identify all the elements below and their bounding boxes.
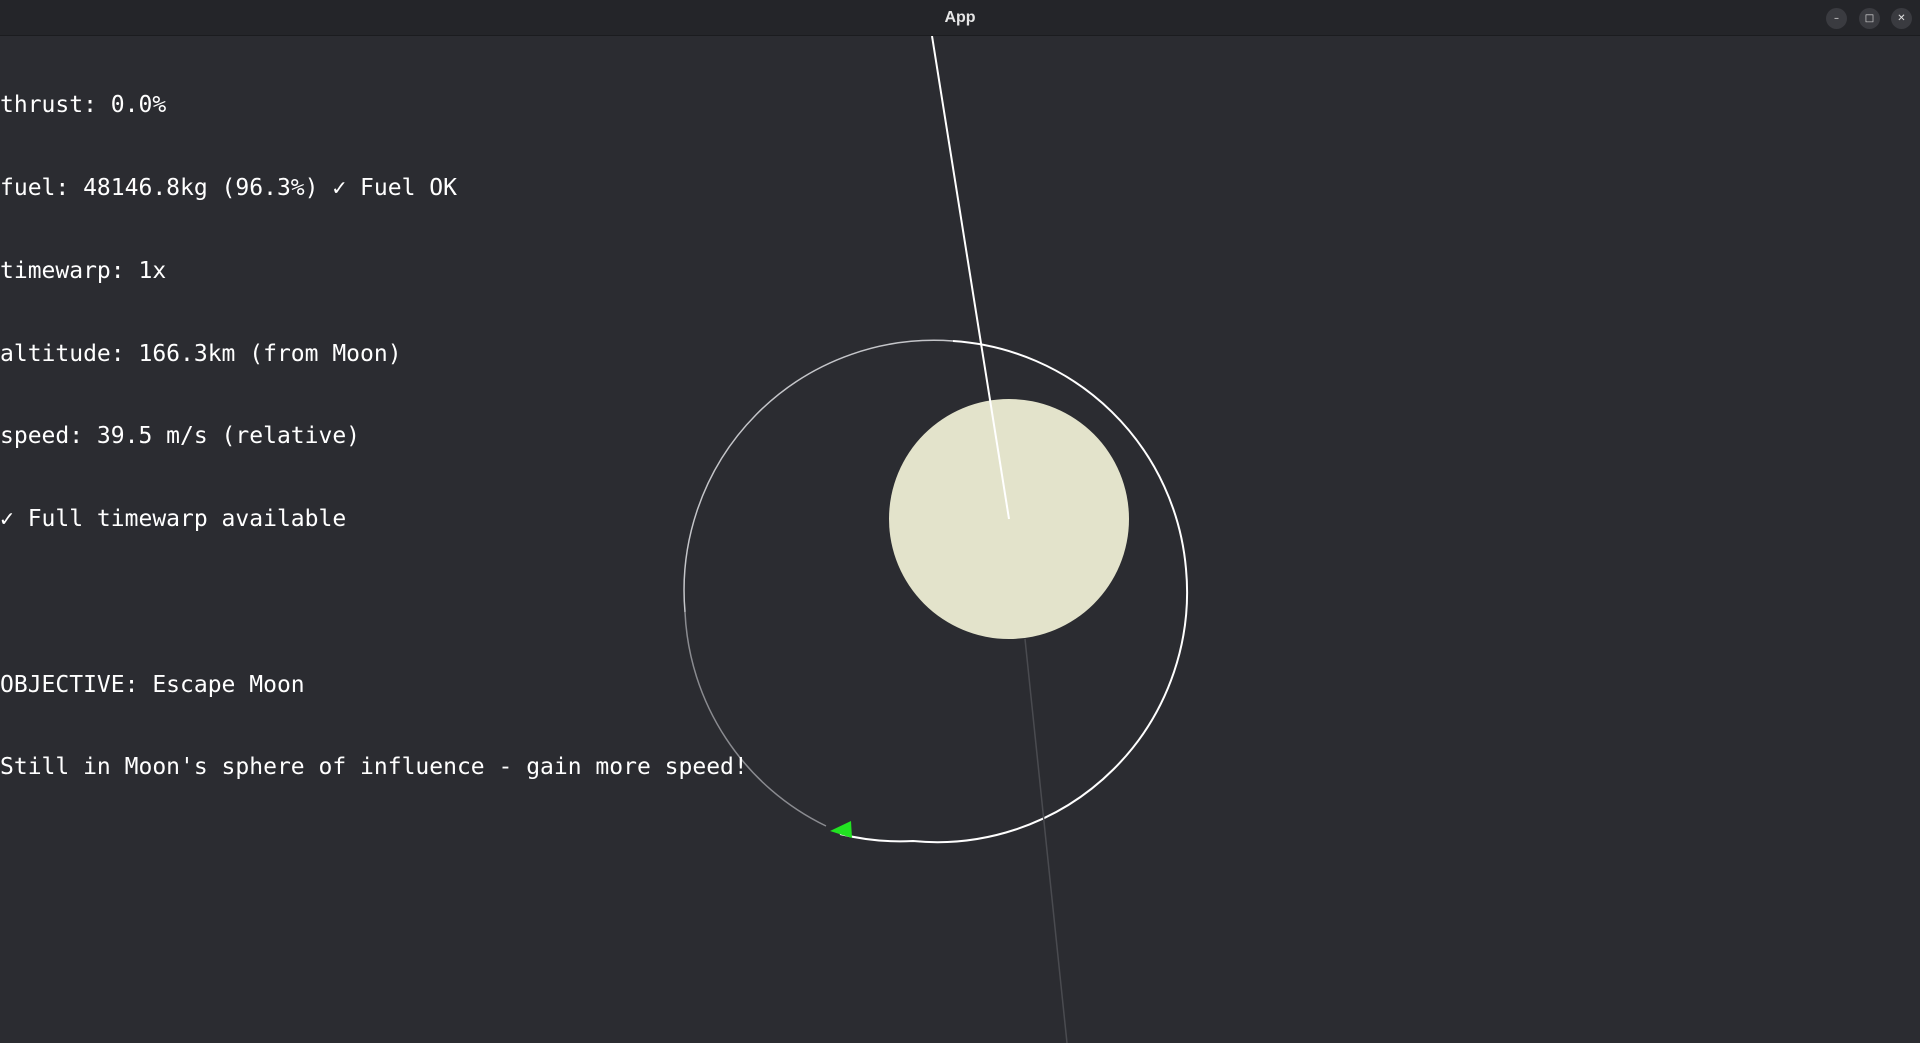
thrust-readout: thrust: 0.0% — [0, 92, 167, 119]
timewarp-readout: timewarp: 1x — [0, 257, 167, 284]
hud-panel: thrust: 0.0% fuel: 48146.8kg (96.3%) ✓ F… — [0, 37, 748, 837]
maximize-button[interactable]: □ — [1859, 8, 1880, 29]
window-title: App — [944, 9, 976, 26]
fuel-readout: fuel: 48146.8kg (96.3%) ✓ Fuel OK — [0, 174, 457, 201]
close-button[interactable]: ✕ — [1891, 8, 1912, 29]
speed-readout: speed: 39.5 m/s (relative) — [0, 423, 361, 450]
timewarp-status: ✓ Full timewarp available — [0, 506, 347, 533]
minimize-button[interactable]: – — [1826, 8, 1847, 29]
altitude-readout: altitude: 166.3km (from Moon) — [0, 340, 402, 367]
app-window: App – □ ✕ thrust: 0.0% fuel: 48146.8kg (… — [0, 0, 1920, 1043]
objective-status: Still in Moon's sphere of influence - ga… — [0, 754, 748, 781]
minimize-icon: – — [1834, 13, 1839, 24]
title-bar[interactable]: App – □ ✕ — [0, 0, 1920, 36]
maximize-icon: □ — [1864, 13, 1875, 24]
spacecraft-icon — [830, 821, 852, 838]
close-icon: ✕ — [1897, 13, 1906, 24]
hud-spacer — [0, 589, 748, 617]
direction-line-faint — [1024, 638, 1068, 1043]
objective-label: OBJECTIVE: Escape Moon — [0, 671, 305, 698]
